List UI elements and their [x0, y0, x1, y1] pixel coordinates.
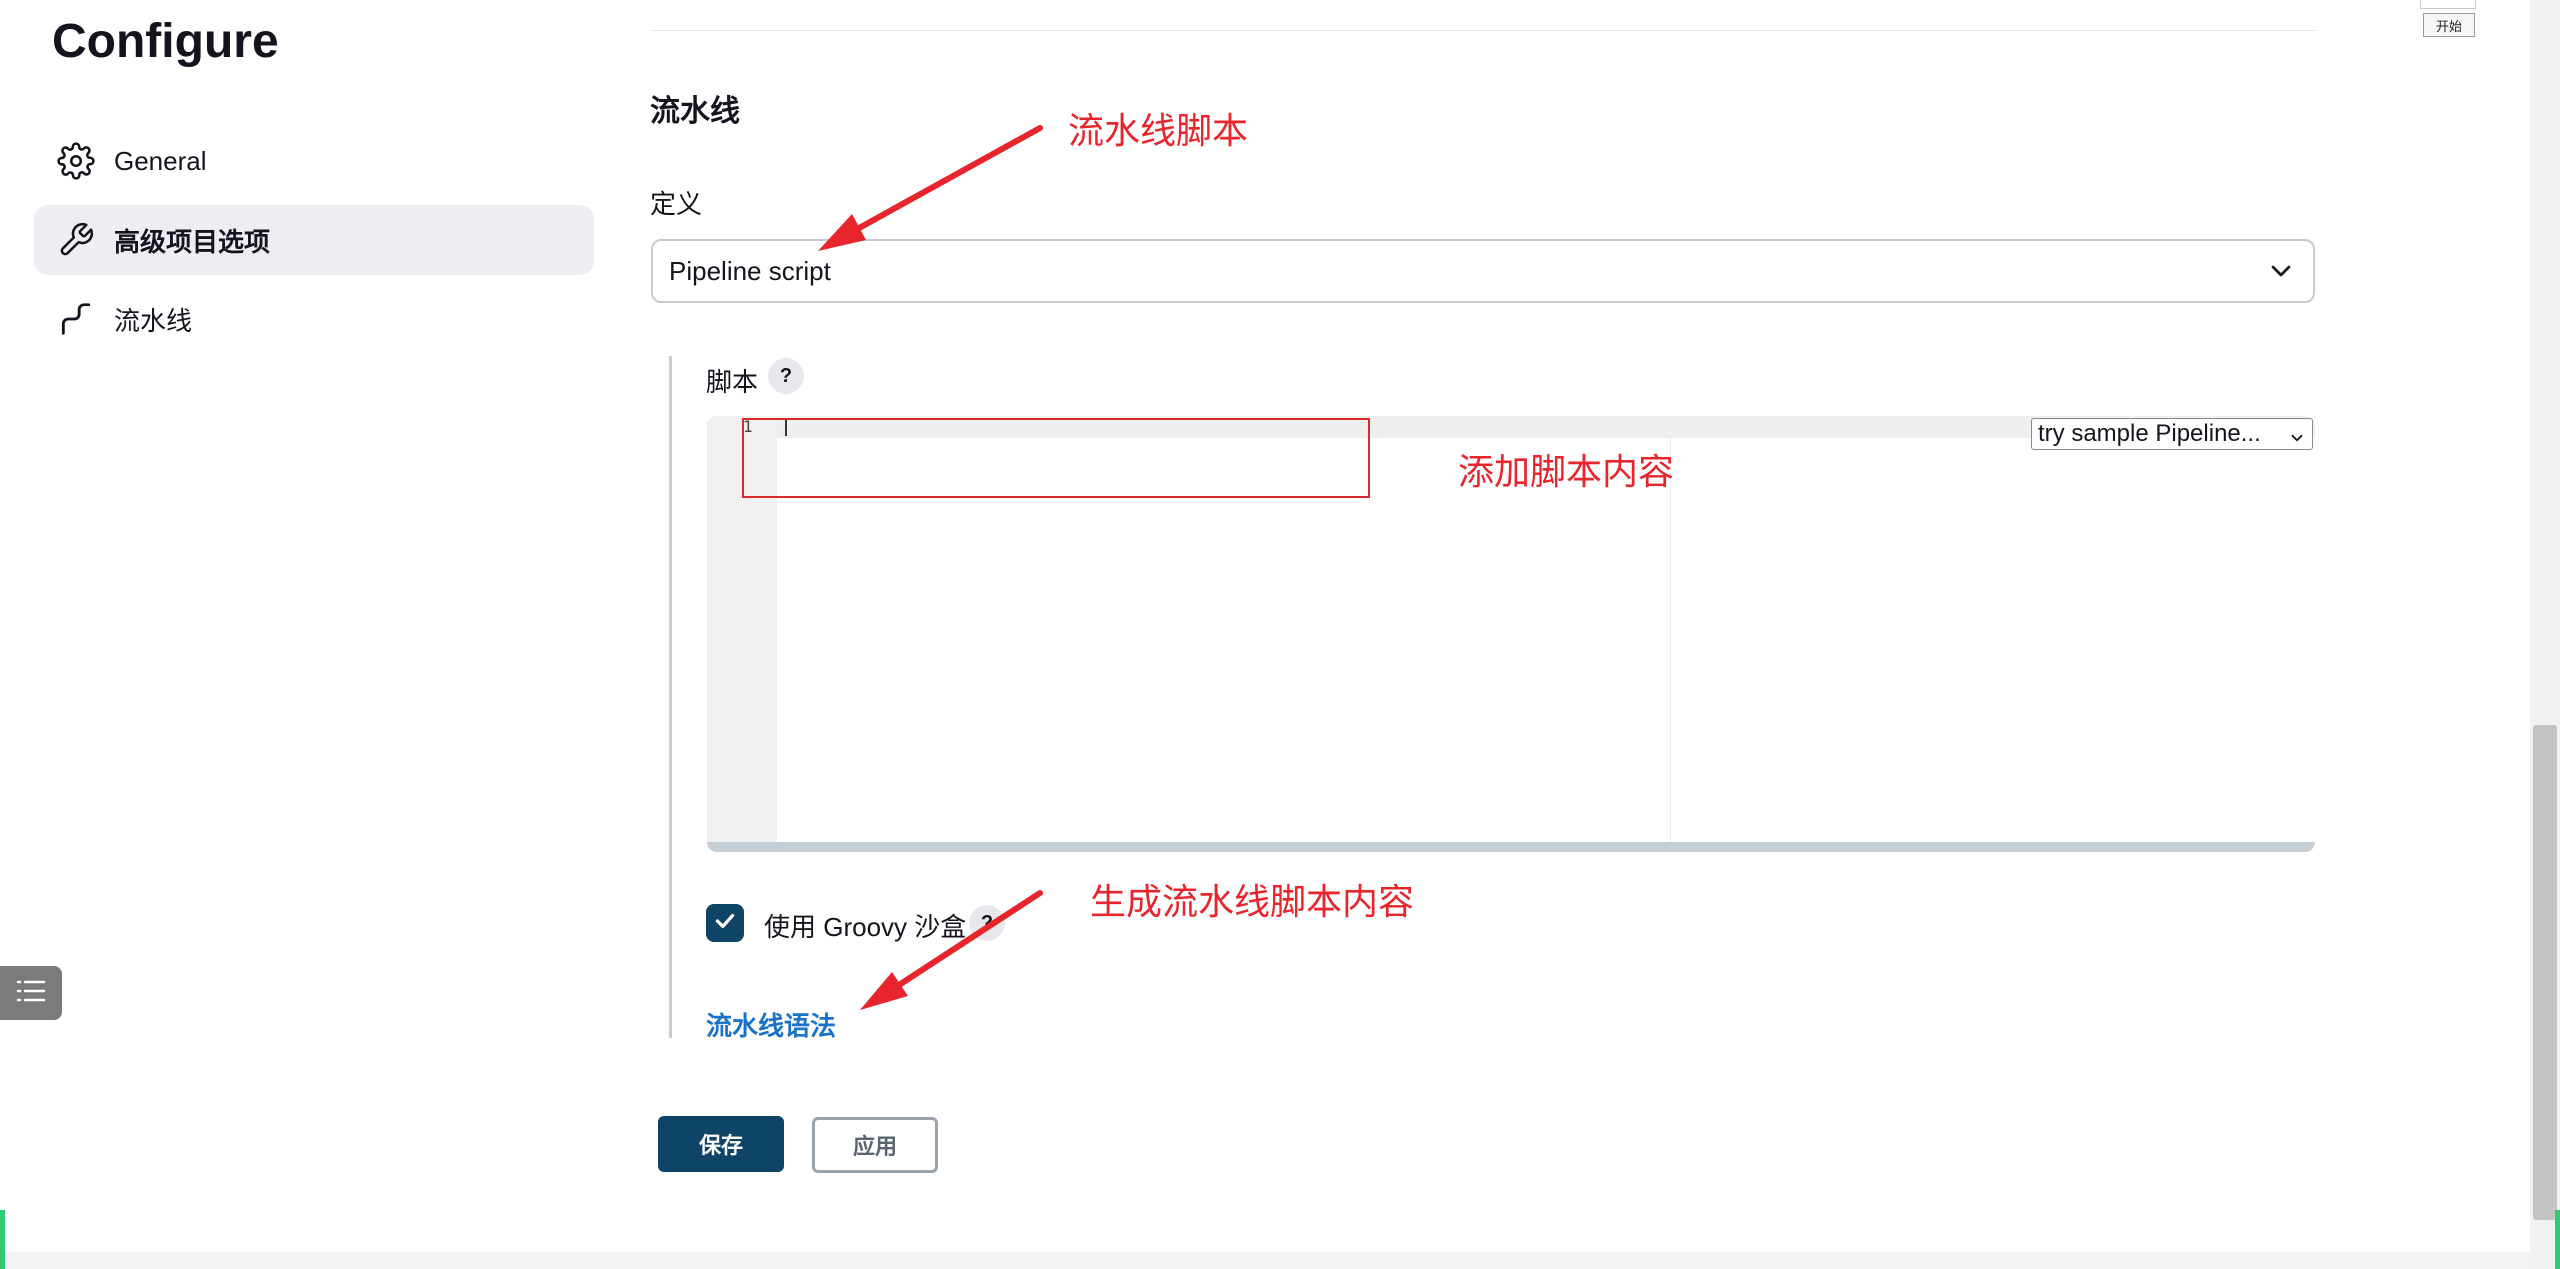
table-of-contents-button[interactable] [0, 966, 62, 1020]
list-icon [14, 976, 48, 1011]
edge-indicator-left [0, 1210, 5, 1269]
annotation-arrows [818, 125, 1043, 1010]
scrollbar-thumb[interactable] [2533, 725, 2557, 1220]
bottom-bar [0, 1252, 2530, 1269]
annotation-arrowhead-2 [860, 972, 908, 1010]
annotation-arrow-1 [829, 125, 1043, 246]
edge-indicator-right [2555, 1210, 2560, 1269]
browser-widget-top [2420, 0, 2476, 9]
annotation-arrow-2 [873, 890, 1043, 1003]
annotation-arrowhead-1 [818, 214, 866, 251]
start-button[interactable]: 开始 [2423, 13, 2475, 37]
